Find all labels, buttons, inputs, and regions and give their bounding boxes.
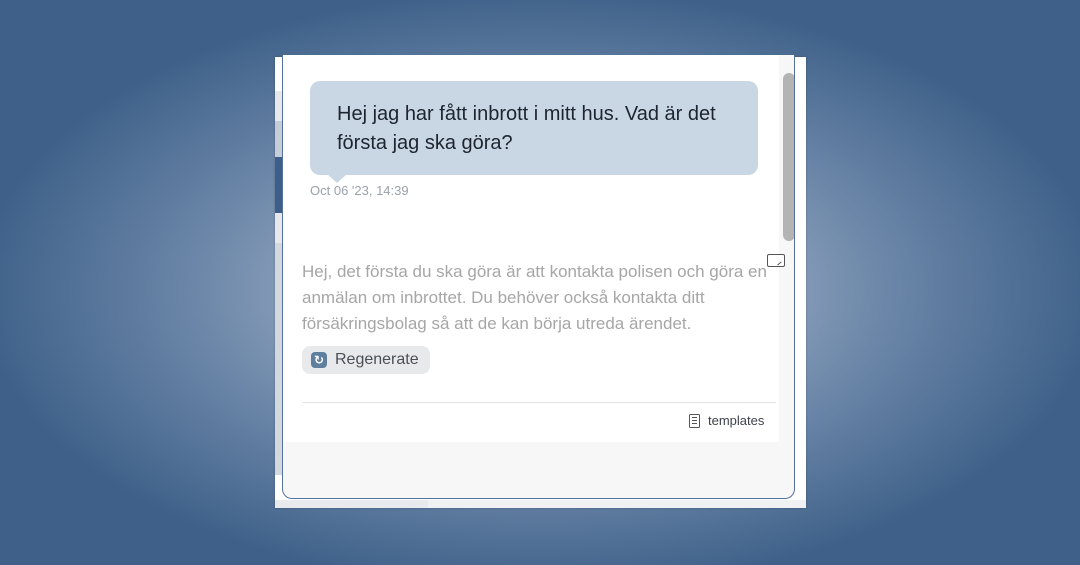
chat-window: Hej jag har fått inbrott i mitt hus. Vad… [275,55,806,508]
assistant-message-text: Hej, det första du ska göra är att konta… [302,262,767,333]
bubble-tail [327,174,347,183]
divider [302,402,776,403]
templates-button[interactable]: templates [689,413,764,428]
scrollbar-thumb[interactable] [783,73,794,241]
user-message-text: Hej jag har fått inbrott i mitt hus. Vad… [337,103,716,154]
regenerate-button[interactable]: ↻ Regenerate [302,346,430,374]
user-message-bubble: Hej jag har fått inbrott i mitt hus. Vad… [310,81,758,175]
refresh-icon: ↻ [311,352,327,368]
background-app-sidebar-strip [275,57,282,91]
background-app-sidebar-strip [275,157,282,213]
templates-label: templates [708,413,765,428]
message-list: Hej jag har fått inbrott i mitt hus. Vad… [283,55,785,442]
background-app-sidebar-strip [275,243,282,475]
document-icon [689,413,700,428]
background-app-sidebar-strip [275,213,282,243]
background-app-sidebar-strip [275,91,282,121]
background-bottom-bar-right [428,500,806,508]
background-app-sidebar-strip [275,121,282,157]
message-timestamp: Oct 06 '23, 14:39 [310,183,409,198]
regenerate-label: Regenerate [335,351,419,368]
chat-panel: Hej jag har fått inbrott i mitt hus. Vad… [282,55,795,499]
